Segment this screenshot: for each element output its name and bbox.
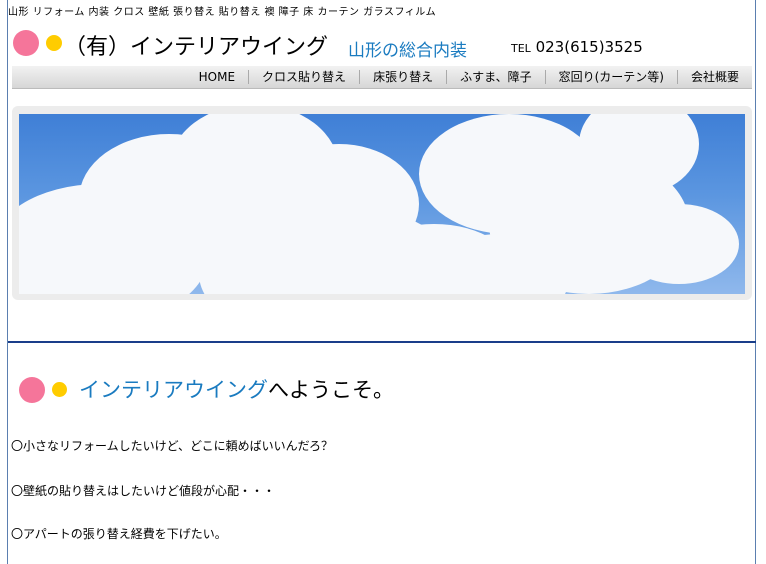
welcome-brand: インテリアウイング [79,378,268,402]
nav-company[interactable]: 会社概要 [676,70,752,84]
seo-tagline: 山形 リフォーム 内装 クロス 壁紙 張り替え 貼り替え 襖 障子 床 カーテン… [8,7,437,18]
company-name[interactable]: （有）インテリアウイング [64,29,328,61]
yellow-dot-icon [52,382,67,397]
main-nav: HOME クロス貼り替え 床張り替え ふすま、障子 窓回り(カーテン等) 会社概… [12,66,752,89]
phone-prefix: TEL [511,42,531,55]
nav-fusuma[interactable]: ふすま、障子 [446,70,545,84]
section-divider [8,341,756,343]
phone-digits: 023(615)3525 [535,38,643,56]
question-1: 〇小さなリフォームしたいけど、どこに頼めばいいんだろ？ [11,439,333,453]
welcome-rest: へようこそ。 [268,378,394,402]
welcome-heading: インテリアウイングへようこそ。 [79,374,394,404]
hero-frame [12,106,752,300]
yellow-dot-icon [46,35,62,51]
company-subtitle: 山形の総合内装 [348,41,467,61]
nav-window[interactable]: 窓回り(カーテン等) [544,70,677,84]
pink-dot-icon [13,30,39,56]
hero-sky-image [19,114,745,294]
question-2: 〇壁紙の貼り替えはしたいけど値段が心配・・・ [11,484,276,498]
nav-floor[interactable]: 床張り替え [359,70,446,84]
question-3: 〇アパートの張り替え経費を下げたい。 [11,527,227,541]
pink-dot-icon [19,377,45,403]
nav-cloth[interactable]: クロス貼り替え [248,70,359,84]
nav-home[interactable]: HOME [186,70,248,84]
phone-number: TEL 023(615)3525 [511,38,643,56]
